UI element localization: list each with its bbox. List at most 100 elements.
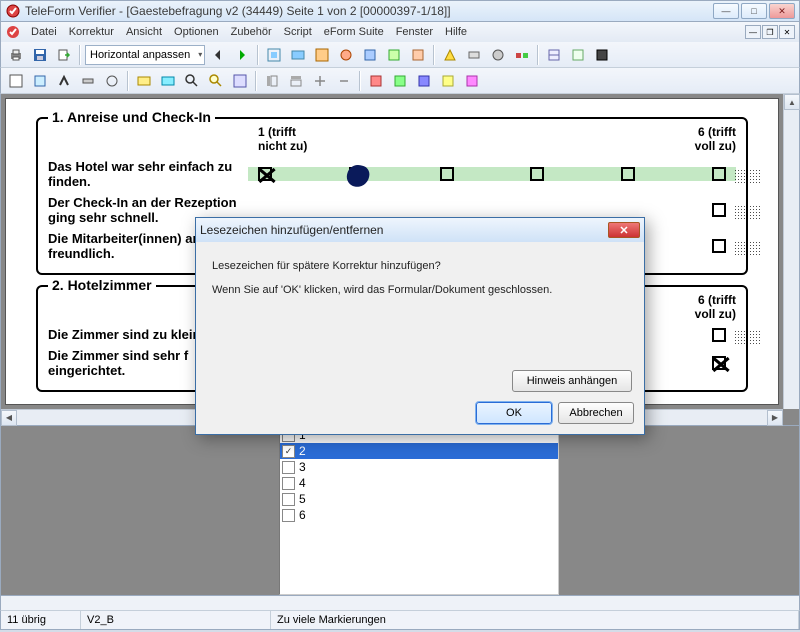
- scale-right-label-2: 6 (trifft voll zu): [676, 293, 736, 321]
- list-item[interactable]: 3: [280, 459, 558, 475]
- ok-button[interactable]: OK: [476, 402, 552, 424]
- menu-script[interactable]: Script: [278, 24, 318, 40]
- list-item[interactable]: 4: [280, 475, 558, 491]
- list-item[interactable]: 6: [280, 507, 558, 523]
- tool-g-icon[interactable]: [407, 44, 429, 66]
- prev-icon[interactable]: [207, 44, 229, 66]
- tool-e-icon[interactable]: [359, 44, 381, 66]
- section-2-title: 2. Hotelzimmer: [48, 277, 156, 293]
- tool-a-icon[interactable]: [263, 44, 285, 66]
- checkbox-icon[interactable]: [712, 328, 726, 342]
- t2-n-icon[interactable]: [333, 70, 355, 92]
- statusbar: 11 übrig V2_B Zu viele Markierungen: [0, 610, 800, 630]
- t2-f-icon[interactable]: [133, 70, 155, 92]
- t2-o-icon[interactable]: [365, 70, 387, 92]
- scroll-left-icon[interactable]: ◀: [1, 410, 17, 426]
- mdi-restore[interactable]: ❐: [762, 25, 778, 39]
- tool-h-icon[interactable]: [439, 44, 461, 66]
- t2-j-icon[interactable]: [229, 70, 251, 92]
- t2-e-icon[interactable]: [101, 70, 123, 92]
- tool-f-icon[interactable]: [383, 44, 405, 66]
- print-icon[interactable]: [5, 44, 27, 66]
- toolbar-1: Horizontal anpassen: [0, 42, 800, 68]
- app-icon: [5, 3, 21, 19]
- t2-s-icon[interactable]: [461, 70, 483, 92]
- zoom-combo[interactable]: Horizontal anpassen: [85, 45, 205, 65]
- menu-hilfe[interactable]: Hilfe: [439, 24, 473, 40]
- checkbox-icon[interactable]: [282, 493, 295, 506]
- tool-m-icon[interactable]: [567, 44, 589, 66]
- list-item[interactable]: ✓2: [280, 443, 558, 459]
- export-icon[interactable]: [53, 44, 75, 66]
- close-button[interactable]: ✕: [769, 3, 795, 19]
- tool-j-icon[interactable]: [487, 44, 509, 66]
- t2-l-icon[interactable]: [285, 70, 307, 92]
- t2-k-icon[interactable]: [261, 70, 283, 92]
- menu-zubehoer[interactable]: Zubehör: [225, 24, 278, 40]
- q1-scale[interactable]: [248, 167, 736, 181]
- tool-c-icon[interactable]: [311, 44, 333, 66]
- dialog-close-icon[interactable]: ✕: [608, 222, 640, 238]
- checkbox-icon[interactable]: [282, 477, 295, 490]
- toolbar-2: [0, 68, 800, 94]
- t2-h-icon[interactable]: [181, 70, 203, 92]
- menubar: Datei Korrektur Ansicht Optionen Zubehör…: [0, 22, 800, 42]
- attach-note-button[interactable]: Hinweis anhängen: [512, 370, 632, 392]
- list-item-label: 4: [299, 476, 306, 490]
- minimize-button[interactable]: —: [713, 3, 739, 19]
- next-icon[interactable]: [231, 44, 253, 66]
- checkbox-icon[interactable]: [440, 167, 454, 181]
- t2-i-icon[interactable]: [205, 70, 227, 92]
- checkbox-icon[interactable]: [712, 203, 726, 217]
- scan-noise: [734, 330, 760, 344]
- menu-optionen[interactable]: Optionen: [168, 24, 225, 40]
- checkbox-icon[interactable]: [712, 239, 726, 253]
- menu-eform[interactable]: eForm Suite: [318, 24, 390, 40]
- maximize-button[interactable]: □: [741, 3, 767, 19]
- q1-text: Das Hotel war sehr einfach zu finden.: [48, 159, 248, 189]
- save-icon[interactable]: [29, 44, 51, 66]
- t2-c-icon[interactable]: [53, 70, 75, 92]
- mdi-close[interactable]: ✕: [779, 25, 795, 39]
- list-item[interactable]: 5: [280, 491, 558, 507]
- t2-b-icon[interactable]: [29, 70, 51, 92]
- checkbox-icon[interactable]: [282, 509, 295, 522]
- tool-d-icon[interactable]: [335, 44, 357, 66]
- checkbox-icon[interactable]: [712, 167, 726, 181]
- dialog-titlebar[interactable]: Lesezeichen hinzufügen/entfernen ✕: [196, 218, 644, 242]
- menu-ansicht[interactable]: Ansicht: [120, 24, 168, 40]
- tool-n-icon[interactable]: [591, 44, 613, 66]
- t2-d-icon[interactable]: [77, 70, 99, 92]
- scroll-right-icon[interactable]: ▶: [767, 410, 783, 426]
- scroll-up-icon[interactable]: ▲: [784, 94, 800, 110]
- cancel-button[interactable]: Abbrechen: [558, 402, 634, 424]
- checkbox-icon[interactable]: ✓: [282, 445, 295, 458]
- checkbox-icon[interactable]: [712, 356, 726, 370]
- t2-q-icon[interactable]: [413, 70, 435, 92]
- scan-noise: [734, 169, 760, 183]
- t2-m-icon[interactable]: [309, 70, 331, 92]
- menu-fenster[interactable]: Fenster: [390, 24, 439, 40]
- t2-g-icon[interactable]: [157, 70, 179, 92]
- dialog-text-1: Lesezeichen für spätere Korrektur hinzuf…: [212, 260, 628, 272]
- tool-b-icon[interactable]: [287, 44, 309, 66]
- mdi-minimize[interactable]: —: [745, 25, 761, 39]
- checkbox-icon[interactable]: [282, 461, 295, 474]
- q2-scale[interactable]: [248, 203, 736, 217]
- checkbox-icon[interactable]: [530, 167, 544, 181]
- tool-i-icon[interactable]: [463, 44, 485, 66]
- scan-noise: [734, 205, 760, 219]
- checkbox-icon[interactable]: [258, 167, 272, 181]
- menu-korrektur[interactable]: Korrektur: [63, 24, 120, 40]
- t2-r-icon[interactable]: [437, 70, 459, 92]
- tool-l-icon[interactable]: [543, 44, 565, 66]
- list-item-label: 3: [299, 460, 306, 474]
- checkbox-icon[interactable]: [621, 167, 635, 181]
- checkbox-icon[interactable]: [349, 167, 363, 181]
- tool-k-icon[interactable]: [511, 44, 533, 66]
- t2-p-icon[interactable]: [389, 70, 411, 92]
- value-list[interactable]: 1✓23456: [279, 426, 559, 595]
- vertical-scrollbar[interactable]: ▲: [783, 94, 799, 409]
- t2-a-icon[interactable]: [5, 70, 27, 92]
- menu-datei[interactable]: Datei: [25, 24, 63, 40]
